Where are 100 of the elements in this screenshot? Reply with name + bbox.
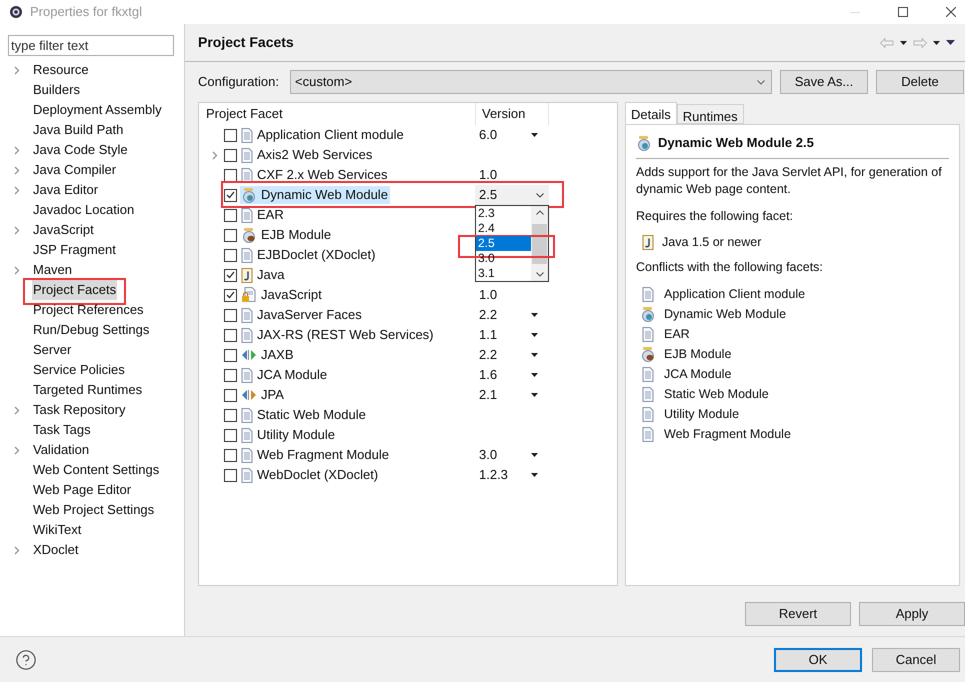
checkbox[interactable] (224, 368, 237, 382)
save-as-button[interactable]: Save As... (780, 70, 868, 94)
checkbox[interactable] (224, 408, 237, 422)
sidebar-item[interactable]: Java Editor (32, 180, 100, 200)
expand-chevron-icon[interactable] (14, 266, 20, 274)
scroll-thumb[interactable] (532, 224, 547, 264)
version-option[interactable]: 2.4 (476, 221, 531, 236)
sidebar-item[interactable]: Web Page Editor (32, 480, 132, 500)
sidebar-item[interactable]: Run/Debug Settings (32, 320, 150, 340)
version-option[interactable]: 3.1 (476, 266, 531, 281)
facet-name[interactable]: JAXB (240, 346, 296, 364)
sidebar-item[interactable]: XDoclet (32, 540, 80, 560)
expand-chevron-icon[interactable] (212, 150, 218, 160)
sidebar-item[interactable]: Service Policies (32, 360, 126, 380)
checkbox[interactable] (224, 448, 237, 462)
scroll-up-icon[interactable] (536, 210, 544, 215)
expand-chevron-icon[interactable] (14, 166, 20, 174)
sidebar-item[interactable]: Targeted Runtimes (32, 380, 144, 400)
facet-name[interactable]: JAX-RS (REST Web Services) (240, 326, 436, 344)
sidebar-item[interactable]: Java Compiler (32, 160, 118, 180)
dropdown-arrow-icon[interactable] (531, 313, 538, 317)
dropdown-arrow-icon[interactable] (531, 393, 538, 397)
facet-name[interactable]: JCA Module (240, 366, 330, 384)
sidebar-item[interactable]: Builders (32, 80, 81, 100)
checkbox[interactable] (224, 228, 237, 242)
facet-name[interactable]: Java (240, 266, 286, 284)
sidebar-item[interactable]: Server (32, 340, 72, 360)
facet-name[interactable]: Web Fragment Module (240, 446, 391, 464)
version-option[interactable]: 2.5 (476, 236, 531, 251)
checkbox[interactable] (224, 468, 237, 482)
facet-name[interactable]: Application Client module (240, 126, 406, 144)
sidebar-item[interactable]: JSP Fragment (32, 240, 117, 260)
dropdown-arrow-icon[interactable] (531, 373, 538, 377)
checkbox[interactable] (224, 268, 237, 282)
facet-name[interactable]: JPA (240, 386, 286, 404)
sidebar-item[interactable]: Java Build Path (32, 120, 124, 140)
facet-name[interactable]: JavaScript (240, 286, 324, 304)
checkbox[interactable] (224, 348, 237, 362)
expand-chevron-icon[interactable] (14, 66, 20, 74)
tab[interactable]: Runtimes (676, 104, 744, 124)
checkbox[interactable] (224, 248, 237, 262)
facet-name[interactable]: EJB Module (240, 226, 334, 244)
help-icon[interactable] (15, 648, 37, 670)
facet-name[interactable]: Axis2 Web Services (240, 146, 374, 164)
sidebar-item[interactable]: Java Code Style (32, 140, 129, 160)
maximize-icon[interactable] (898, 7, 908, 17)
expand-chevron-icon[interactable] (14, 406, 20, 414)
facet-name[interactable]: Dynamic Web Module (240, 186, 390, 204)
tab[interactable]: Details (625, 102, 677, 124)
expand-chevron-icon[interactable] (14, 546, 20, 554)
sidebar-item[interactable]: Task Repository (32, 400, 126, 420)
dropdown-arrow-icon[interactable] (531, 133, 538, 137)
expand-chevron-icon[interactable] (14, 186, 20, 194)
column-header[interactable]: Project Facet (199, 103, 476, 125)
checkbox[interactable] (224, 168, 237, 182)
cancel-button[interactable]: Cancel (872, 648, 960, 672)
sidebar-item[interactable]: WikiText (32, 520, 82, 540)
chevron-down-icon[interactable] (536, 192, 544, 198)
checkbox[interactable] (224, 148, 237, 162)
column-header[interactable]: Version (476, 103, 549, 125)
dropdown-arrow-icon[interactable] (900, 40, 907, 44)
dropdown-arrow-icon[interactable] (531, 453, 538, 457)
facet-name[interactable]: EJBDoclet (XDoclet) (240, 246, 378, 264)
ok-button[interactable]: OK (774, 648, 862, 672)
close-icon[interactable] (946, 7, 956, 17)
version-option[interactable]: 2.3 (476, 206, 531, 221)
checkbox[interactable] (224, 388, 237, 402)
sidebar-item[interactable]: JavaScript (32, 220, 95, 240)
configuration-select[interactable]: <custom> (290, 70, 772, 94)
revert-button[interactable]: Revert (745, 602, 851, 626)
sidebar-item[interactable]: Project Facets (32, 280, 118, 300)
view-menu-icon[interactable] (946, 40, 955, 45)
sidebar-item[interactable]: Javadoc Location (32, 200, 136, 220)
dropdown-arrow-icon[interactable] (531, 473, 538, 477)
scroll-down-icon[interactable] (536, 272, 544, 277)
sidebar-item[interactable]: Deployment Assembly (32, 100, 163, 120)
expand-chevron-icon[interactable] (14, 446, 20, 454)
scrollbar[interactable] (531, 206, 548, 281)
checkbox[interactable] (224, 128, 237, 142)
checkbox[interactable] (224, 288, 237, 302)
dropdown-arrow-icon[interactable] (933, 40, 940, 44)
checkbox[interactable] (224, 428, 237, 442)
sidebar-item[interactable]: Project References (32, 300, 145, 320)
filter-field[interactable]: type filter text (8, 35, 174, 56)
sidebar-item[interactable]: Validation (32, 440, 90, 460)
apply-button[interactable]: Apply (859, 602, 965, 626)
expand-chevron-icon[interactable] (14, 226, 20, 234)
facet-name[interactable]: EAR (240, 206, 286, 224)
sidebar-item[interactable]: Web Project Settings (32, 500, 156, 520)
dropdown-arrow-icon[interactable] (531, 353, 538, 357)
facet-name[interactable]: CXF 2.x Web Services (240, 166, 390, 184)
facet-name[interactable]: WebDoclet (XDoclet) (240, 466, 380, 484)
sidebar-item[interactable]: Maven (32, 260, 74, 280)
checkbox[interactable] (224, 328, 237, 342)
checkbox[interactable] (224, 188, 237, 202)
checkbox[interactable] (224, 308, 237, 322)
sidebar-item[interactable]: Web Content Settings (32, 460, 160, 480)
sidebar-item[interactable]: Resource (32, 60, 90, 80)
checkbox[interactable] (224, 208, 237, 222)
facet-name[interactable]: Utility Module (240, 426, 338, 444)
